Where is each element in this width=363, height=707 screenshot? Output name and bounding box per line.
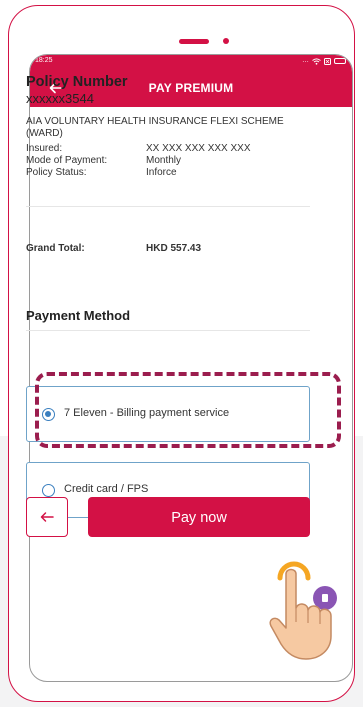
payment-option-label: Credit card / FPS xyxy=(64,483,149,495)
grand-total-value: HKD 557.43 xyxy=(146,243,202,254)
wifi-icon xyxy=(312,57,321,65)
policy-status-value: Inforce xyxy=(146,167,177,178)
sim-icon xyxy=(324,57,331,65)
arrow-left-icon xyxy=(40,512,54,522)
payment-mode-label: Mode of Payment: xyxy=(26,155,108,166)
payment-method-title: Payment Method xyxy=(26,308,131,323)
back-button[interactable] xyxy=(26,497,68,537)
pointing-hand-icon xyxy=(269,568,332,660)
status-time: 18:25 xyxy=(35,57,53,64)
battery-icon xyxy=(334,58,346,64)
insured-label: Insured: xyxy=(26,143,63,154)
divider xyxy=(26,330,310,331)
phone-speaker xyxy=(179,39,209,44)
pay-now-button[interactable]: Pay now xyxy=(88,497,310,537)
policy-number-label: Policy Number xyxy=(26,74,128,90)
phone-camera xyxy=(223,38,229,44)
status-bar: 18:25 … xyxy=(30,55,352,69)
policy-status-label: Policy Status: xyxy=(26,167,87,178)
plan-name: AIA VOLUNTARY HEALTH INSURANCE FLEXI SCH… xyxy=(26,116,284,139)
divider xyxy=(26,206,310,207)
insured-value: XX XXX XXX XXX XXX xyxy=(146,143,251,154)
status-icons: … xyxy=(302,57,346,65)
policy-number-value: xxxxxx3544 xyxy=(26,91,94,106)
radio-unselected-icon[interactable] xyxy=(42,484,55,497)
selection-highlight xyxy=(35,372,341,448)
payment-mode-value: Monthly xyxy=(146,155,182,166)
more-icon: … xyxy=(302,57,309,64)
grand-total-label: Grand Total: xyxy=(26,243,85,254)
